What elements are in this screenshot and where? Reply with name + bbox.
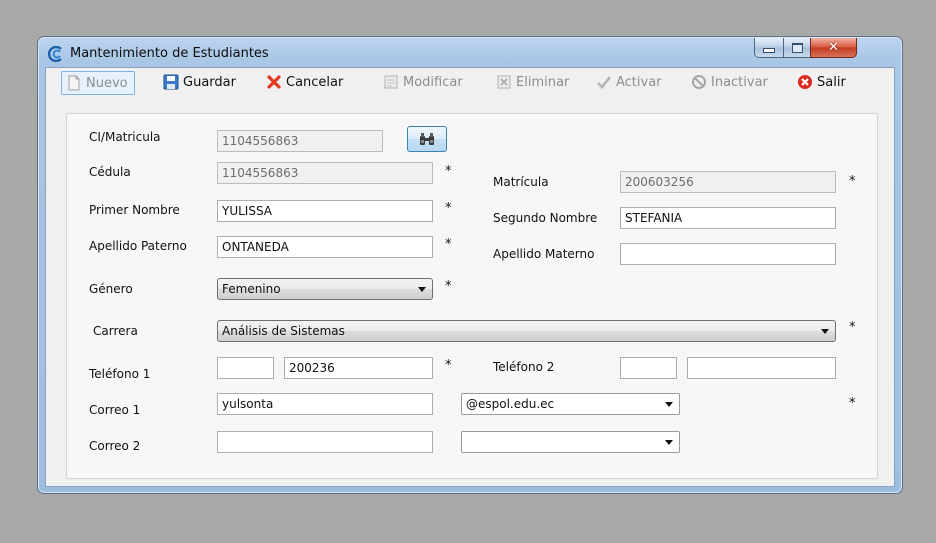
genero-required-mark: *	[445, 279, 452, 294]
inactivar-label: Inactivar	[711, 74, 768, 90]
disabled-circle-icon	[691, 74, 707, 90]
segundo-nombre-label: Segundo Nombre	[493, 211, 598, 225]
eliminar-button[interactable]: Eliminar	[496, 71, 569, 93]
activar-label: Activar	[616, 74, 662, 90]
carrera-selected-value: Análisis de Sistemas	[222, 324, 345, 338]
nuevo-label: Nuevo	[86, 75, 128, 91]
student-form-panel: CI/Matricula 1104556863 Cédula 110455686…	[66, 113, 878, 479]
eliminar-label: Eliminar	[516, 74, 570, 90]
chevron-down-icon	[665, 440, 673, 445]
toolbar: Nuevo Guardar Cancelar Modificar Elimina…	[46, 68, 894, 96]
new-document-icon	[66, 75, 82, 91]
correo2-domain-select[interactable]	[461, 431, 680, 453]
correo1-domain-value: @espol.edu.ec	[466, 397, 555, 411]
salir-button[interactable]: Salir	[797, 71, 846, 93]
red-x-icon	[266, 74, 282, 90]
title-bar[interactable]: Mantenimiento de Estudiantes ✕	[38, 37, 902, 67]
telefono1-input[interactable]: 200236	[284, 357, 433, 379]
salir-label: Salir	[817, 74, 846, 90]
binoculars-icon	[420, 133, 434, 145]
carrera-select[interactable]: Análisis de Sistemas	[217, 320, 836, 342]
primer-nombre-label: Primer Nombre	[89, 203, 180, 217]
matricula-label: Matrícula	[493, 175, 549, 189]
search-button[interactable]	[407, 126, 447, 152]
carrera-required-mark: *	[849, 320, 856, 335]
matricula-input[interactable]: 200603256	[620, 171, 836, 193]
inactivar-button[interactable]: Inactivar	[691, 71, 768, 93]
ci-input[interactable]: 1104556863	[217, 130, 383, 152]
genero-selected-value: Femenino	[222, 282, 281, 296]
correo1-domain-select[interactable]: @espol.edu.ec	[461, 393, 680, 415]
carrera-label: Carrera	[93, 324, 138, 338]
telefono2-input[interactable]	[687, 357, 836, 379]
cancelar-label: Cancelar	[286, 74, 344, 90]
guardar-button[interactable]: Guardar	[163, 71, 236, 93]
app-window: Mantenimiento de Estudiantes ✕ Nuevo Gua…	[37, 36, 903, 494]
checkmark-icon	[596, 74, 612, 90]
chevron-down-icon	[665, 402, 673, 407]
window-title: Mantenimiento de Estudiantes	[70, 46, 269, 61]
matricula-required-mark: *	[849, 174, 856, 189]
nuevo-button[interactable]: Nuevo	[61, 71, 135, 95]
close-window-button[interactable]: ✕	[810, 38, 857, 58]
maximize-icon	[791, 42, 803, 53]
apellido-paterno-label: Apellido Paterno	[89, 239, 187, 253]
minimize-icon	[763, 48, 775, 53]
client-area: Nuevo Guardar Cancelar Modificar Elimina…	[45, 67, 895, 487]
primer-nombre-input[interactable]: YULISSA	[217, 200, 433, 222]
maximize-button[interactable]	[783, 38, 811, 58]
cancelar-button[interactable]: Cancelar	[266, 71, 343, 93]
primer-nombre-required-mark: *	[445, 201, 452, 216]
telefono1-code-input[interactable]	[217, 357, 274, 379]
apellido-paterno-required-mark: *	[445, 237, 452, 252]
telefono1-required-mark: *	[445, 358, 452, 373]
activar-button[interactable]: Activar	[596, 71, 662, 93]
modificar-button[interactable]: Modificar	[383, 71, 463, 93]
floppy-disk-icon	[163, 74, 179, 90]
correo1-required-mark: *	[849, 396, 856, 411]
delete-document-icon	[496, 74, 512, 90]
telefono2-label: Teléfono 2	[493, 360, 555, 374]
cedula-required-mark: *	[445, 164, 452, 179]
cedula-input[interactable]: 1104556863	[217, 162, 433, 184]
chevron-down-icon	[821, 329, 829, 334]
modificar-label: Modificar	[403, 74, 463, 90]
cedula-label: Cédula	[89, 165, 131, 179]
telefono1-label: Teléfono 1	[89, 367, 151, 381]
genero-select[interactable]: Femenino	[217, 278, 433, 300]
apellido-paterno-input[interactable]: ONTANEDA	[217, 236, 433, 258]
red-circle-x-icon	[797, 74, 813, 90]
telefono2-code-input[interactable]	[620, 357, 677, 379]
correo2-user-input[interactable]	[217, 431, 433, 453]
apellido-materno-label: Apellido Materno	[493, 247, 595, 261]
edit-document-icon	[383, 74, 399, 90]
app-logo-icon	[48, 46, 62, 62]
correo1-label: Correo 1	[89, 403, 141, 417]
ci-label: CI/Matricula	[89, 130, 161, 144]
correo1-user-input[interactable]: yulsonta	[217, 393, 433, 415]
apellido-materno-input[interactable]	[620, 243, 836, 265]
close-icon: ✕	[828, 40, 839, 55]
guardar-label: Guardar	[183, 74, 236, 90]
segundo-nombre-input[interactable]: STEFANIA	[620, 207, 836, 229]
minimize-button[interactable]	[754, 38, 784, 58]
chevron-down-icon	[418, 287, 426, 292]
correo2-label: Correo 2	[89, 439, 141, 453]
genero-label: Género	[89, 282, 133, 296]
